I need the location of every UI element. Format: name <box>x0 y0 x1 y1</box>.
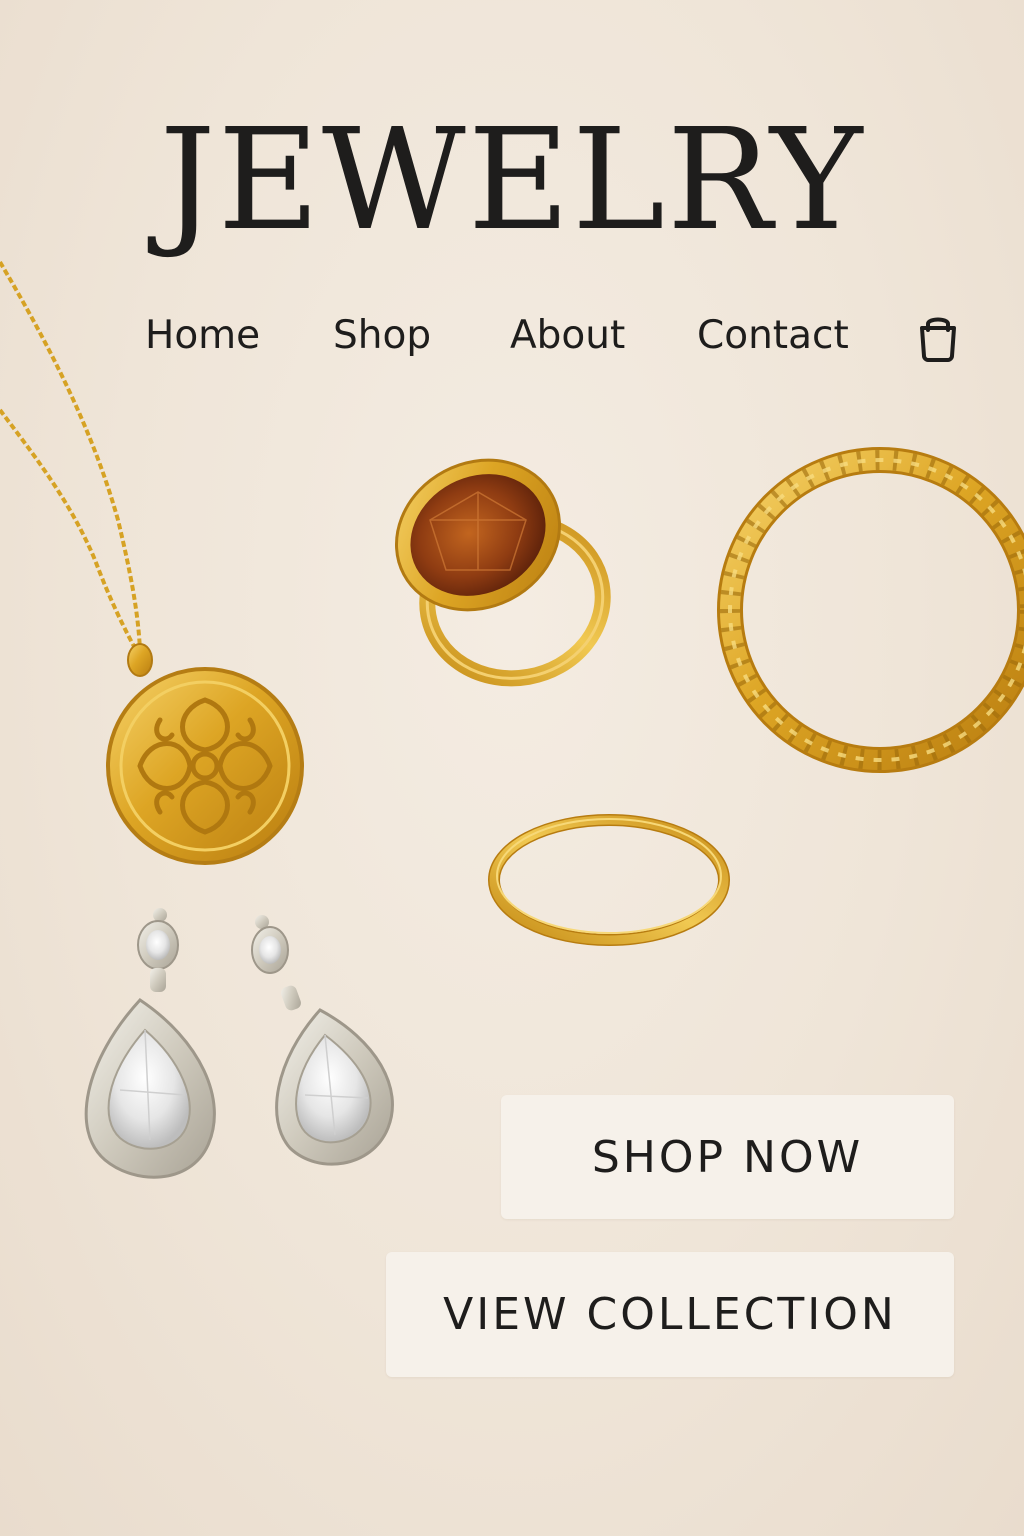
main-nav: Home Shop About Contact <box>0 308 1024 368</box>
page: JEWELRY Home Shop About Contact SHOP NOW… <box>0 0 1024 1536</box>
plain-band-ring[interactable] <box>488 814 730 946</box>
gemstone-ring[interactable] <box>370 432 615 692</box>
cart-button[interactable] <box>914 312 962 364</box>
nav-item-shop[interactable]: Shop <box>333 308 431 364</box>
nav-item-home[interactable]: Home <box>145 308 260 364</box>
drop-earrings[interactable] <box>84 908 394 1179</box>
nav-item-about[interactable]: About <box>510 308 625 364</box>
page-title: JEWELRY <box>159 99 865 262</box>
twisted-bangle[interactable] <box>717 447 1024 773</box>
nav-item-contact[interactable]: Contact <box>697 308 849 364</box>
shop-now-button[interactable]: SHOP NOW <box>501 1095 954 1219</box>
view-collection-button[interactable]: VIEW COLLECTION <box>386 1252 954 1377</box>
shopping-bag-icon <box>920 317 956 362</box>
